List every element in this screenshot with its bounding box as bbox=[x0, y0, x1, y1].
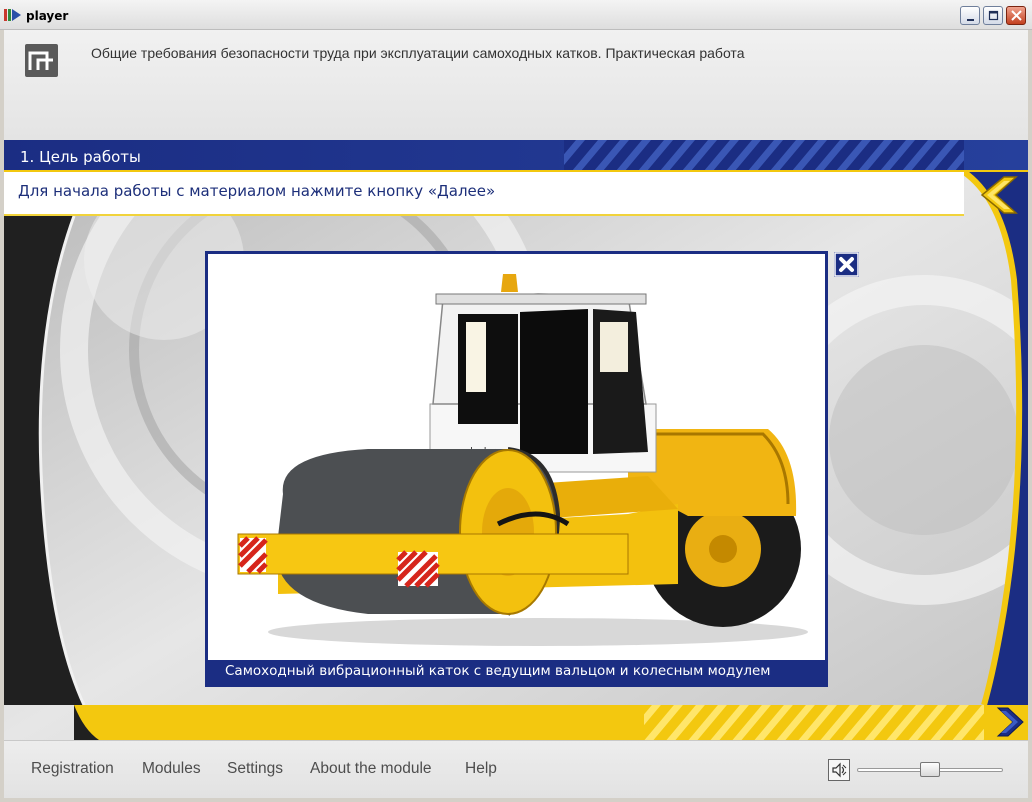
popup-caption: Самоходный вибрационный каток с ведущим … bbox=[225, 663, 771, 679]
minimize-button[interactable] bbox=[960, 6, 980, 25]
window-title: player bbox=[26, 9, 69, 23]
volume-slider[interactable] bbox=[857, 762, 1003, 777]
course-logo-icon bbox=[25, 44, 58, 77]
image-popup: amkodor Самоходный вибрационный каток с … bbox=[205, 251, 828, 687]
mute-button[interactable] bbox=[828, 759, 850, 781]
instruction-bar: Для начала работы с материалом нажмите к… bbox=[4, 172, 964, 216]
section-bar: 1. Цель работы bbox=[4, 140, 1028, 172]
speaker-icon bbox=[832, 762, 847, 778]
popup-close-icon bbox=[834, 252, 859, 277]
volume-thumb[interactable] bbox=[920, 762, 940, 777]
course-header: Общие требования безопасности труда при … bbox=[4, 30, 1028, 140]
next-arrow-icon[interactable] bbox=[992, 705, 1026, 739]
menu-item-registration[interactable]: Registration bbox=[31, 760, 114, 778]
menu-item-help[interactable]: Help bbox=[465, 760, 497, 778]
section-title: 1. Цель работы bbox=[20, 148, 141, 166]
window-titlebar[interactable]: player bbox=[0, 0, 1032, 30]
road-roller-photo: amkodor bbox=[208, 254, 825, 664]
course-title: Общие требования безопасности труда при … bbox=[91, 45, 745, 61]
back-arrow-icon[interactable] bbox=[974, 173, 1020, 217]
popup-caption-bar: Самоходный вибрационный каток с ведущим … bbox=[208, 660, 825, 684]
menu-item-settings[interactable]: Settings bbox=[227, 760, 283, 778]
menu-item-about-module[interactable]: About the module bbox=[310, 760, 432, 778]
bottom-toolbar: Registration Modules Settings About the … bbox=[4, 740, 1028, 798]
menu-item-modules[interactable]: Modules bbox=[142, 760, 201, 778]
minimize-icon bbox=[967, 19, 974, 21]
popup-close-button[interactable] bbox=[834, 252, 859, 277]
close-icon bbox=[1011, 10, 1022, 21]
maximize-button[interactable] bbox=[983, 6, 1003, 25]
instruction-text: Для начала работы с материалом нажмите к… bbox=[18, 182, 496, 200]
maximize-icon bbox=[988, 10, 999, 21]
window-frame-right bbox=[1028, 30, 1032, 802]
window-close-button[interactable] bbox=[1006, 6, 1026, 25]
player-app-icon bbox=[4, 9, 21, 21]
window-frame-bottom bbox=[0, 798, 1032, 802]
